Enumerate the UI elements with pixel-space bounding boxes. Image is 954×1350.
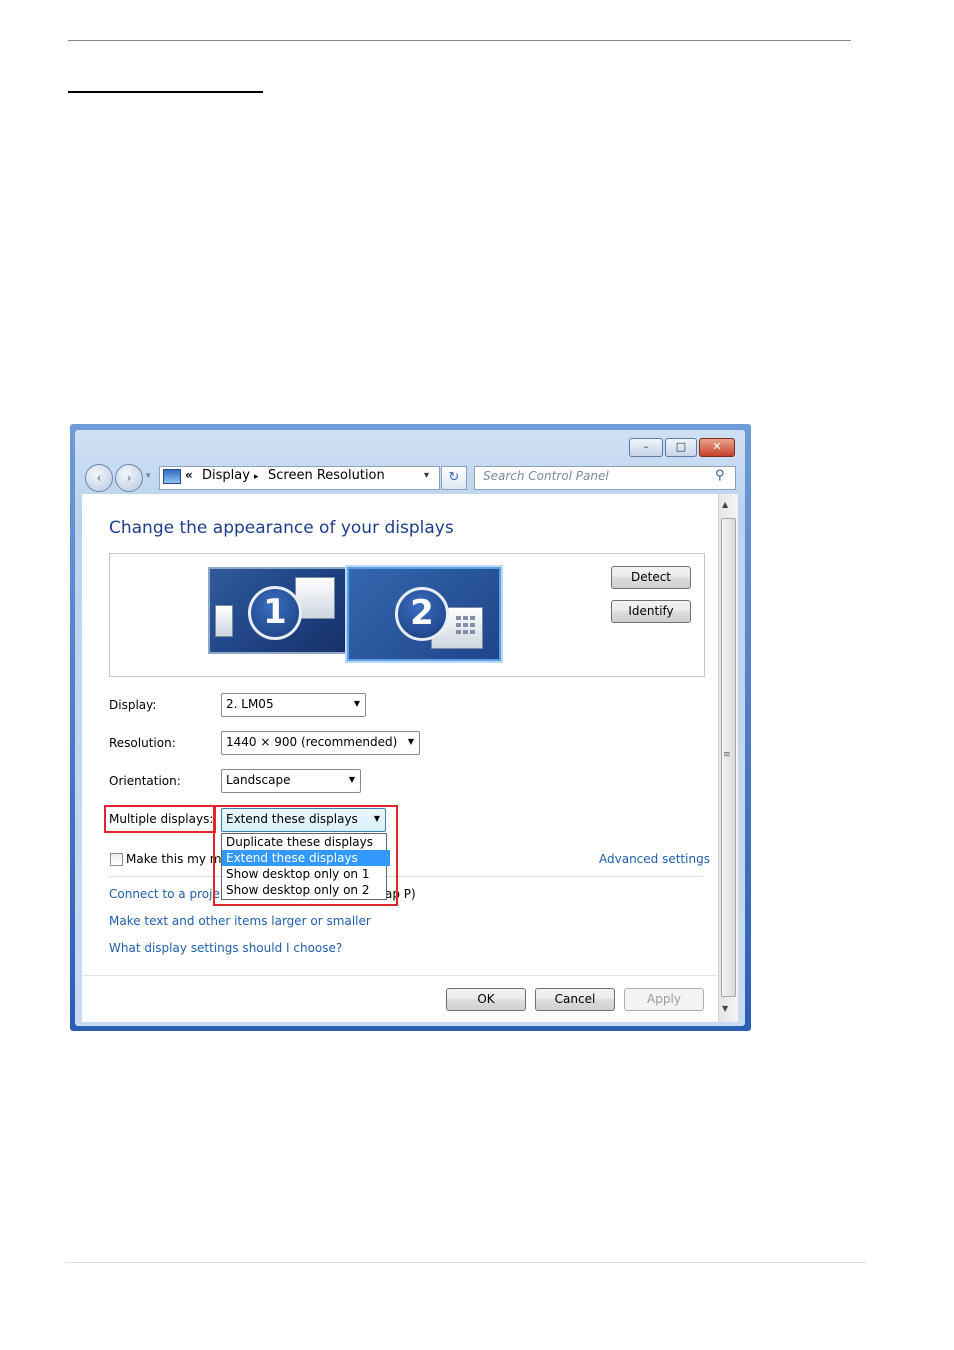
display-select[interactable]: 2. LM05 ▼ xyxy=(221,693,366,717)
recent-pages-dropdown-icon[interactable]: ▾ xyxy=(146,471,151,481)
back-arrow-icon: ‹ xyxy=(96,471,102,485)
chevron-down-icon: ▼ xyxy=(348,775,355,784)
monitor-number-1: 1 xyxy=(248,586,302,640)
search-placeholder: Search Control Panel xyxy=(483,469,609,483)
chevron-down-icon: ▼ xyxy=(353,699,360,708)
display-value: 2. LM05 xyxy=(226,697,274,711)
window-icon xyxy=(215,605,233,637)
resolution-select[interactable]: 1440 × 900 (recommended) ▼ xyxy=(221,731,420,755)
orientation-value: Landscape xyxy=(226,773,291,787)
main-display-checkbox[interactable] xyxy=(110,853,123,866)
minimize-button[interactable]: – xyxy=(629,438,663,457)
orientation-label: Orientation: xyxy=(109,774,181,788)
section-divider xyxy=(109,876,703,877)
ok-button[interactable]: OK xyxy=(446,988,526,1011)
highlight-multiple-displays-label xyxy=(104,805,216,833)
forward-arrow-icon: › xyxy=(126,471,132,485)
page-bottom-rule xyxy=(66,1262,866,1263)
scroll-up-icon[interactable]: ▲ xyxy=(722,500,728,509)
connect-projector-link[interactable]: Connect to a proje xyxy=(109,887,220,901)
text-size-link[interactable]: Make text and other items larger or smal… xyxy=(109,914,371,928)
footer-separator xyxy=(82,975,718,976)
forward-button[interactable]: › xyxy=(115,464,143,492)
search-icon[interactable]: ⚲ xyxy=(715,468,725,483)
maximize-button[interactable]: □ xyxy=(665,438,697,457)
apply-button[interactable]: Apply xyxy=(624,988,704,1011)
breadcrumb-overflow-icon[interactable]: « xyxy=(185,468,193,482)
refresh-button[interactable]: ↻ xyxy=(441,466,467,490)
monitor-1[interactable]: 1 xyxy=(208,567,347,654)
monitor-number-2: 2 xyxy=(395,587,449,641)
display-label: Display: xyxy=(109,698,157,712)
identify-button[interactable]: Identify xyxy=(611,600,691,623)
resolution-label: Resolution: xyxy=(109,736,176,750)
page-heading-underline xyxy=(68,91,263,93)
monitor-2[interactable]: 2 xyxy=(347,567,501,661)
orientation-select[interactable]: Landscape ▼ xyxy=(221,769,361,793)
display-settings-help-link[interactable]: What display settings should I choose? xyxy=(109,941,342,955)
page-top-rule xyxy=(68,40,851,41)
scroll-grip-icon: ≡ xyxy=(723,750,730,760)
breadcrumb-screen-resolution[interactable]: Screen Resolution xyxy=(268,468,385,483)
breadcrumb-separator-icon[interactable]: ▸ xyxy=(254,472,259,482)
cancel-button[interactable]: Cancel xyxy=(535,988,615,1011)
chevron-down-icon: ▼ xyxy=(407,737,414,746)
control-panel-icon xyxy=(163,469,181,484)
page-title: Change the appearance of your displays xyxy=(109,518,454,538)
back-button[interactable]: ‹ xyxy=(85,464,113,492)
resolution-value: 1440 × 900 (recommended) xyxy=(226,735,398,749)
caption-buttons: – □ ✕ xyxy=(629,438,735,457)
scroll-down-icon[interactable]: ▼ xyxy=(722,1004,728,1013)
detect-button[interactable]: Detect xyxy=(611,566,691,589)
address-dropdown-icon[interactable]: ▾ xyxy=(424,470,429,481)
close-button[interactable]: ✕ xyxy=(699,438,735,457)
breadcrumb-display[interactable]: Display xyxy=(202,468,250,483)
highlight-multiple-displays-dropdown xyxy=(213,805,398,906)
advanced-settings-link[interactable]: Advanced settings xyxy=(599,852,710,866)
